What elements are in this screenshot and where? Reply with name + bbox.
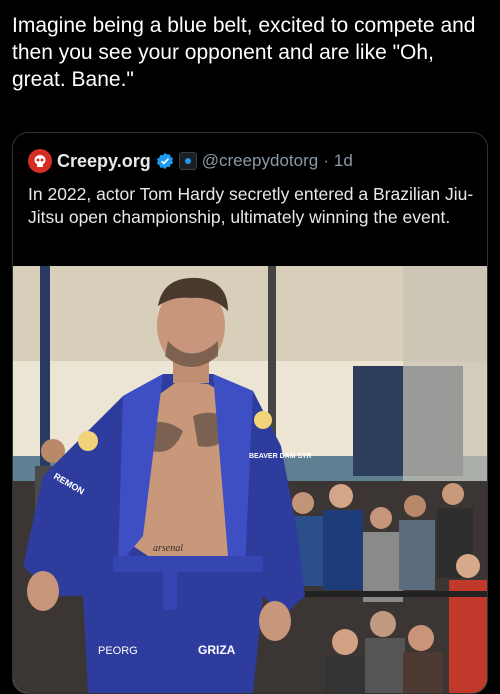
quoted-tweet-photo[interactable]: arsenal REMON BEAVER DAM STR PEORG GRIZA (13, 266, 487, 693)
quoted-tweet-header: Creepy.org @creepydotorg · 1d (28, 148, 353, 174)
skull-icon (34, 155, 46, 167)
quoted-tweet-text: In 2022, actor Tom Hardy secretly entere… (28, 184, 474, 227)
leg-patch-right-text: GRIZA (198, 643, 236, 657)
author-handle[interactable]: @creepydotorg (202, 151, 319, 171)
affiliate-badge-icon[interactable] (178, 152, 197, 170)
separator-dot: · (323, 151, 329, 170)
chest-patch-text: BEAVER DAM STR (249, 453, 311, 460)
author-display-name[interactable]: Creepy.org (57, 151, 151, 172)
author-avatar[interactable] (28, 149, 52, 173)
post-caption: Imagine being a blue belt, excited to co… (12, 14, 476, 91)
verified-badge-icon (156, 152, 173, 170)
photo-illustration: arsenal REMON BEAVER DAM STR PEORG GRIZA (13, 266, 487, 693)
belt-tattoo-text: arsenal (153, 543, 183, 554)
quoted-tweet-card[interactable]: Creepy.org @creepydotorg · 1d In 2022, a… (12, 132, 488, 694)
post-timestamp[interactable]: 1d (334, 151, 353, 171)
leg-patch-left-text: PEORG (98, 645, 138, 657)
